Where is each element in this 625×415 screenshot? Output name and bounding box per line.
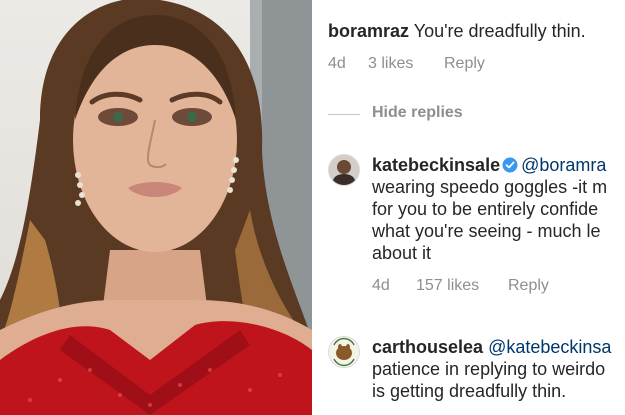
comment-top: boramraz You're dreadfully thin.	[328, 20, 586, 42]
reply-username[interactable]: carthouselea	[372, 337, 483, 357]
comment-text: You're dreadfully thin.	[413, 21, 586, 41]
comment-time: 4d	[328, 55, 346, 72]
reply-mention[interactable]: @boramra	[521, 155, 606, 175]
comment-meta: 4d 3 likes Reply	[328, 55, 485, 73]
reply-mention[interactable]: @katebeckinsa	[488, 337, 611, 357]
reply-line: wearing speedo goggles -it m	[372, 177, 608, 197]
reply-line: patience in replying to weirdo	[372, 359, 606, 379]
reply-comment: katebeckinsale @boramra wearing speedo g…	[372, 154, 625, 264]
verified-badge-icon	[502, 157, 518, 173]
reply-meta: 4d 157 likes Reply	[372, 277, 549, 295]
comments-panel: boramraz You're dreadfully thin. 4d 3 li…	[312, 0, 625, 415]
reply-button[interactable]: Reply	[508, 277, 549, 295]
reply-username[interactable]: katebeckinsale	[372, 155, 500, 175]
hide-replies-divider	[328, 114, 360, 115]
reply-line: is getting dreadfully thin.	[372, 381, 567, 401]
avatar[interactable]	[328, 154, 360, 186]
avatar-logo	[329, 337, 359, 367]
reply-line: what you're seeing - much le	[372, 221, 601, 241]
reply-line: for you to be entirely confide	[372, 199, 599, 219]
profile-photo	[0, 0, 312, 415]
avatar[interactable]	[328, 336, 360, 368]
reply-time: 4d	[372, 277, 390, 294]
avatar-image	[329, 155, 359, 185]
reply-comment: carthouselea @katebeckinsa patience in r…	[372, 336, 625, 402]
photo-illustration	[0, 0, 312, 415]
hide-replies-button[interactable]: Hide replies	[372, 104, 463, 122]
reply-likes[interactable]: 157 likes	[416, 277, 508, 295]
reply-line: about it	[372, 243, 432, 263]
comment-username[interactable]: boramraz	[328, 21, 409, 41]
comment-likes[interactable]: 3 likes	[368, 55, 444, 73]
reply-button[interactable]: Reply	[444, 55, 485, 73]
